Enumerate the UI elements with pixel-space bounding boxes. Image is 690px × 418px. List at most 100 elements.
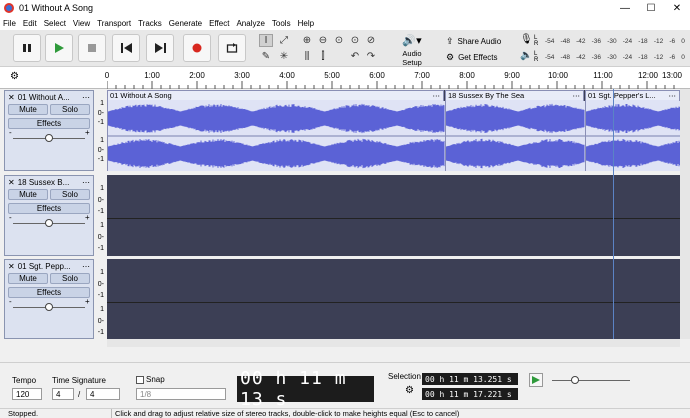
playhead-cursor[interactable] — [613, 89, 614, 339]
zoom-in-icon[interactable]: ⊕ — [300, 34, 314, 47]
clip-header[interactable]: 01 Without A Song ⋯ — [108, 91, 443, 100]
menu-transport[interactable]: Transport — [97, 19, 131, 28]
tempo-input[interactable]: 120 — [12, 388, 42, 400]
solo-button[interactable]: Solo — [50, 273, 90, 284]
play-meter-channels: LR — [534, 51, 539, 63]
track-name[interactable]: 01 Sgt. Pepp... — [18, 262, 71, 271]
track-menu-button[interactable]: ⋯ — [82, 262, 90, 271]
track-name[interactable]: 18 Sussex B... — [18, 178, 70, 187]
menu-generate[interactable]: Generate — [169, 19, 202, 28]
draw-tool-icon[interactable]: ✎ — [259, 50, 273, 63]
close-button[interactable]: ✕ — [664, 0, 690, 16]
loop-button[interactable] — [218, 34, 246, 62]
amplitude-scale-3[interactable]: 1 0- -1 1 0- -1 — [94, 259, 106, 339]
clip-menu-button[interactable]: ⋯ — [433, 91, 441, 100]
track-panel-2[interactable]: ✕ 18 Sussex B... ⋯ Mute Solo Effects - + — [4, 175, 94, 256]
record-meter[interactable]: -54 -48 -42 -36 -30 -24 -18 -12 -6 0 — [545, 36, 685, 46]
track-menu-button[interactable]: ⋯ — [82, 93, 90, 102]
track-lane-2[interactable] — [107, 175, 680, 256]
menu-tools[interactable]: Tools — [272, 19, 291, 28]
menu-tracks[interactable]: Tracks — [138, 19, 162, 28]
selection-options-icon[interactable]: ⚙ — [405, 385, 414, 396]
amplitude-scale-1[interactable]: 1 0- -1 1 0- -1 — [94, 90, 106, 171]
skip-to-start-button[interactable] — [112, 34, 140, 62]
silence-icon[interactable]: ⫿ — [316, 50, 330, 63]
playback-speed-thumb[interactable] — [571, 376, 579, 384]
track-close-button[interactable]: ✕ — [8, 178, 15, 187]
track-close-button[interactable]: ✕ — [8, 93, 15, 102]
undo-icon[interactable]: ↶ — [348, 50, 362, 63]
menu-file[interactable]: File — [3, 19, 16, 28]
selection-start-field[interactable]: 00 h 11 m 13.251 s — [422, 373, 518, 385]
snap-checkbox[interactable] — [136, 376, 144, 384]
menu-view[interactable]: View — [73, 19, 90, 28]
track-menu-button[interactable]: ⋯ — [82, 178, 90, 187]
playback-meter[interactable]: -54 -48 -42 -36 -30 -24 -18 -12 -6 0 — [545, 52, 685, 62]
menu-effect[interactable]: Effect — [209, 19, 229, 28]
get-effects-button[interactable]: ⚙ Get Effects — [446, 51, 506, 63]
skip-to-end-button[interactable] — [146, 34, 174, 62]
pause-button[interactable] — [13, 34, 41, 62]
audio-setup-button[interactable]: 🔊▾ Audio Setup — [392, 34, 432, 67]
trim-icon[interactable]: ⫼ — [300, 50, 314, 63]
maximize-button[interactable]: ☐ — [638, 0, 664, 16]
mute-button[interactable]: Mute — [8, 104, 48, 115]
effects-button[interactable]: Effects — [8, 203, 90, 214]
pan-slider-thumb[interactable] — [45, 134, 53, 142]
audio-clip[interactable]: 01 Sgt. Pepper's L... ⋯ — [585, 90, 681, 171]
track-name[interactable]: 01 Without A... — [18, 93, 70, 102]
ts-denominator-select[interactable]: 4 — [86, 388, 120, 400]
pan-slider-thumb[interactable] — [45, 303, 53, 311]
zoom-toggle-icon[interactable]: ⊘ — [364, 34, 378, 47]
clip-menu-button[interactable]: ⋯ — [573, 91, 581, 100]
play-at-speed-button[interactable] — [529, 373, 543, 387]
multi-tool-icon[interactable]: ✳ — [277, 50, 291, 63]
selection-end-field[interactable]: 00 h 11 m 17.221 s — [422, 388, 518, 400]
microphone-icon[interactable]: 🎙 — [520, 34, 533, 45]
audio-clip[interactable]: 18 Sussex By The Sea ⋯ — [445, 90, 585, 171]
share-audio-button[interactable]: ⇪ Share Audio — [446, 35, 506, 47]
ts-numerator-input[interactable]: 4 — [52, 388, 74, 400]
zoom-out-icon[interactable]: ⊖ — [316, 34, 330, 47]
track-panel-1[interactable]: ✕ 01 Without A... ⋯ Mute Solo Effects - … — [4, 90, 94, 171]
mute-button[interactable]: Mute — [8, 273, 48, 284]
track-lane-3[interactable] — [107, 259, 680, 339]
menu-edit[interactable]: Edit — [23, 19, 37, 28]
redo-icon[interactable]: ↷ — [364, 50, 378, 63]
play-button[interactable] — [45, 34, 73, 62]
track-close-button[interactable]: ✕ — [8, 262, 15, 271]
share-audio-label: Share Audio — [457, 36, 502, 46]
clip-menu-button[interactable]: ⋯ — [669, 91, 677, 100]
solo-button[interactable]: Solo — [50, 104, 90, 115]
track-panel-3[interactable]: ✕ 01 Sgt. Pepp... ⋯ Mute Solo Effects - … — [4, 259, 94, 339]
track-lane-1[interactable]: 01 Without A Song ⋯ 18 Sussex By The Sea ⋯… — [107, 90, 681, 171]
record-button[interactable] — [183, 34, 211, 62]
effects-button[interactable]: Effects — [8, 287, 90, 298]
vertical-scrollbar[interactable] — [680, 89, 690, 339]
stop-button[interactable] — [78, 34, 106, 62]
fit-project-icon[interactable]: ⊙ — [348, 34, 362, 47]
mute-button[interactable]: Mute — [8, 189, 48, 200]
selection-tool-icon[interactable]: I — [259, 34, 273, 47]
effects-button[interactable]: Effects — [8, 118, 90, 129]
menu-select[interactable]: Select — [44, 19, 66, 28]
timeline-options-icon[interactable]: ⚙ — [10, 71, 19, 82]
solo-button[interactable]: Solo — [50, 189, 90, 200]
fit-selection-icon[interactable]: ⊙ — [332, 34, 346, 47]
menu-help[interactable]: Help — [298, 19, 314, 28]
timeline-ruler[interactable]: ⚙ 0 1:00 2:00 3:00 4:00 5:00 6:00 7:00 8… — [0, 67, 690, 89]
menu-analyze[interactable]: Analyze — [236, 19, 264, 28]
clip-header[interactable]: 18 Sussex By The Sea ⋯ — [446, 91, 583, 100]
playback-speaker-icon[interactable]: 🔈 — [520, 50, 532, 61]
minimize-button[interactable]: — — [612, 0, 638, 16]
playback-speed-slider[interactable] — [552, 380, 630, 381]
amplitude-scale-2[interactable]: 1 0- -1 1 0- -1 — [94, 175, 106, 256]
snap-select[interactable]: 1/8 — [136, 388, 226, 400]
clip-header[interactable]: 01 Sgt. Pepper's L... ⋯ — [586, 91, 679, 100]
track-header: ✕ 01 Without A... ⋯ — [5, 91, 93, 103]
envelope-tool-icon[interactable]: ⤢ — [277, 34, 291, 47]
time-display[interactable]: 00 h 11 m 13 s — [237, 368, 374, 410]
pan-slider-thumb[interactable] — [45, 219, 53, 227]
horizontal-scrollbar[interactable] — [107, 339, 680, 347]
audio-clip[interactable]: 01 Without A Song ⋯ — [107, 90, 445, 171]
